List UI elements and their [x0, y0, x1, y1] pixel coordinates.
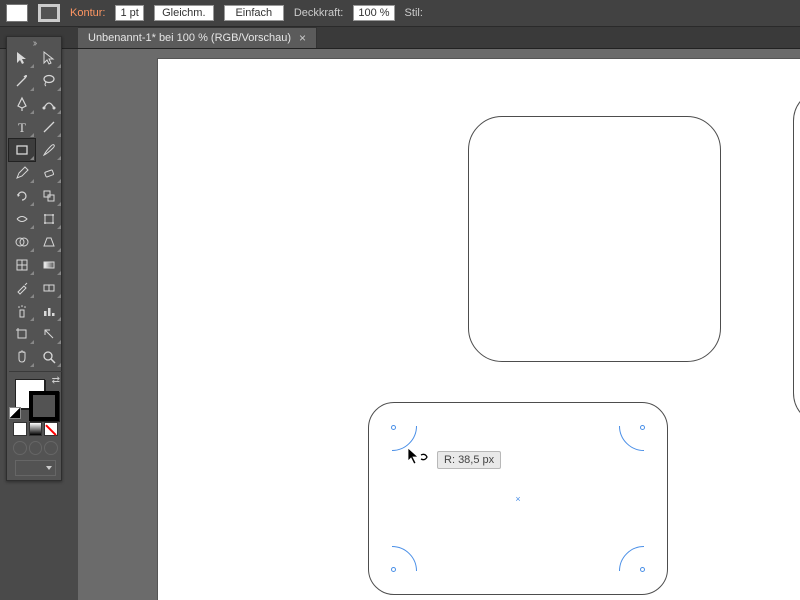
cursor-icon	[407, 447, 433, 467]
radius-value: 38,5 px	[458, 454, 494, 466]
stroke-weight-field[interactable]: 1 pt	[115, 5, 143, 21]
eraser-tool[interactable]	[36, 162, 62, 184]
color-mode-gradient[interactable]	[29, 422, 43, 436]
perspective-tool[interactable]	[36, 231, 62, 253]
close-icon[interactable]: ×	[299, 31, 306, 45]
swap-fill-stroke-icon[interactable]: ⇄	[52, 375, 60, 386]
color-mode-row	[9, 420, 62, 438]
work-area[interactable]: × R: 38,5 px	[78, 49, 800, 600]
stroke-label: Kontur:	[70, 7, 105, 19]
uniform-field[interactable]: Gleichm.	[154, 5, 214, 21]
stroke-swatch[interactable]	[38, 4, 60, 22]
fill-swatch[interactable]	[6, 4, 28, 22]
gradient-tool[interactable]	[36, 254, 62, 276]
hand-tool[interactable]	[9, 346, 35, 368]
opacity-field[interactable]: 100 %	[353, 5, 394, 21]
rounded-rect-shape-2[interactable]	[793, 89, 800, 425]
curvature-tool[interactable]	[36, 93, 62, 115]
radius-tooltip: R: 38,5 px	[437, 451, 501, 469]
corner-handle-tl[interactable]	[391, 425, 396, 430]
column-graph-tool[interactable]	[36, 300, 62, 322]
shape-builder-tool[interactable]	[9, 231, 35, 253]
opacity-label: Deckkraft:	[294, 7, 344, 19]
type-tool[interactable]: T	[9, 116, 35, 138]
color-mode-none[interactable]	[44, 422, 58, 436]
mesh-tool[interactable]	[9, 254, 35, 276]
center-marker: ×	[515, 494, 520, 504]
profile-field[interactable]: Einfach	[224, 5, 284, 21]
rectangle-tool[interactable]	[9, 139, 35, 161]
selection-tool[interactable]	[9, 47, 35, 69]
radius-label: R:	[444, 454, 455, 466]
fill-stroke-control[interactable]: ⇄	[9, 375, 62, 419]
pen-tool[interactable]	[9, 93, 35, 115]
canvas[interactable]: × R: 38,5 px	[158, 59, 800, 600]
corner-handle-bl[interactable]	[391, 567, 396, 572]
draw-behind[interactable]	[29, 441, 43, 455]
style-label: Stil:	[405, 7, 423, 19]
rounded-rect-shape-1[interactable]	[468, 116, 721, 362]
draw-normal[interactable]	[13, 441, 27, 455]
tool-panel: ›› T ⇄	[6, 36, 62, 481]
line-tool[interactable]	[36, 116, 62, 138]
document-tab[interactable]: Unbenannt-1* bei 100 % (RGB/Vorschau) ×	[78, 27, 317, 48]
rotate-tool[interactable]	[9, 185, 35, 207]
symbol-sprayer-tool[interactable]	[9, 300, 35, 322]
width-tool[interactable]	[9, 208, 35, 230]
pencil-tool[interactable]	[9, 162, 35, 184]
document-tab-strip: Unbenannt-1* bei 100 % (RGB/Vorschau) ×	[0, 27, 800, 49]
svg-text:T: T	[18, 120, 26, 135]
stroke-color-box[interactable]	[29, 391, 59, 421]
color-mode-solid[interactable]	[13, 422, 27, 436]
slice-tool[interactable]	[36, 323, 62, 345]
cursor: R: 38,5 px	[407, 447, 433, 470]
draw-inside[interactable]	[44, 441, 58, 455]
direct-selection-tool[interactable]	[36, 47, 62, 69]
scale-tool[interactable]	[36, 185, 62, 207]
draw-mode-row	[9, 439, 62, 457]
paintbrush-tool[interactable]	[36, 139, 62, 161]
blend-tool[interactable]	[36, 277, 62, 299]
options-bar: Kontur: 1 pt Gleichm. Einfach Deckkraft:…	[0, 0, 800, 27]
eyedropper-tool[interactable]	[9, 277, 35, 299]
lasso-tool[interactable]	[36, 70, 62, 92]
rounded-rect-shape-selected[interactable]: ×	[368, 402, 668, 595]
corner-handle-tr[interactable]	[640, 425, 645, 430]
panel-grip[interactable]: ››	[9, 39, 59, 47]
screen-mode-button[interactable]	[9, 458, 62, 478]
magic-wand-tool[interactable]	[9, 70, 35, 92]
corner-handle-br[interactable]	[640, 567, 645, 572]
free-transform-tool[interactable]	[36, 208, 62, 230]
default-fill-stroke-icon[interactable]	[9, 407, 21, 419]
artboard-tool[interactable]	[9, 323, 35, 345]
document-tab-title: Unbenannt-1* bei 100 % (RGB/Vorschau)	[88, 32, 291, 44]
zoom-tool[interactable]	[36, 346, 62, 368]
